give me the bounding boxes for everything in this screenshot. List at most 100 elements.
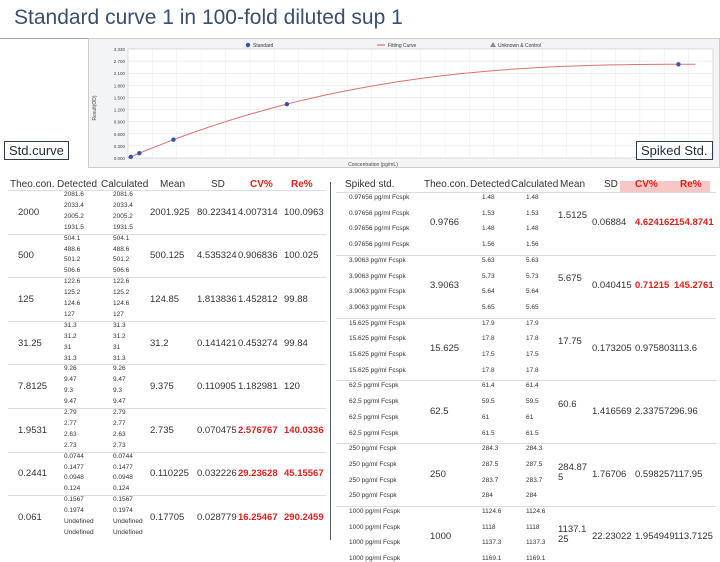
left-detected-cell: 0.1477 (64, 463, 84, 471)
right-sample-name: 1000 pg/ml Fcspk (349, 508, 401, 515)
right-detected-cell: 61 (482, 413, 490, 421)
left-detected-cell: 501.2 (64, 256, 81, 264)
right-mean: 1.5125 (558, 210, 588, 222)
right-sample-name: 0.97656 pg/ml Fcspk (349, 209, 410, 217)
spiked-std-callout: Spiked Std. (636, 141, 713, 160)
right-detected-cell: 5.65 (482, 303, 495, 311)
right-mean: 60.6 (558, 398, 577, 410)
left-calculated-cell: 1931.5 (113, 223, 133, 231)
left-calculated-cell: 0.1567 (113, 496, 133, 504)
left-header-0: Theo.con. (10, 179, 55, 190)
left-table-separator (330, 182, 331, 540)
right-calculated-cell: 61 (526, 413, 534, 421)
left-re: 100.025 (284, 250, 319, 262)
right-sample-name: 0.97656 pg/ml Fcspk (349, 241, 410, 249)
left-header-5: CV% (250, 179, 273, 190)
left-detected-cell: 2.77 (64, 419, 77, 427)
right-header-0: Spiked std. (345, 179, 395, 190)
right-calculated-cell: 287.5 (526, 460, 543, 468)
right-group-divider (336, 317, 716, 319)
right-sd: 0.173205 (592, 343, 632, 354)
left-sd: 0.028779 (197, 512, 237, 523)
right-sample-name: 15.625 pg/ml Fcspk (349, 335, 406, 343)
standard-point (137, 151, 142, 156)
right-header-4: Mean (560, 179, 586, 190)
left-calculated-cell: 124.6 (113, 300, 130, 307)
right-detected-cell: 17.5 (482, 351, 495, 358)
right-sample-name: 1000 pg/ml Fcspk (349, 539, 401, 547)
left-detected-cell: 0.124 (64, 485, 81, 493)
left-detected-cell: 2.63 (64, 430, 77, 438)
right-calculated-cell: 17.8 (526, 366, 539, 374)
left-calculated-cell: 9.3 (113, 387, 123, 395)
right-sd: 1.416569 (592, 405, 632, 417)
right-re: 117.95 (674, 468, 703, 480)
left-detected-cell: 31.3 (64, 321, 77, 329)
left-calculated-cell: 504.1 (113, 234, 130, 242)
right-detected-cell: 1.56 (482, 241, 495, 249)
left-detected-cell: 0.1974 (64, 507, 84, 515)
left-detected-cell: 124.6 (64, 300, 81, 307)
right-header-3: Calculated (511, 179, 559, 190)
right-group-divider (336, 443, 716, 445)
right-cv: 1.954949 (635, 531, 675, 543)
left-detected-cell: 9.3 (64, 387, 74, 395)
left-detected-cell: Undefined (64, 518, 94, 525)
left-group-divider (8, 495, 326, 497)
right-sample-name: 62.5 pg/ml Fcspk (349, 382, 399, 390)
right-calculated-cell: 1.56 (526, 241, 539, 249)
left-detected-cell: 2081.6 (64, 191, 84, 198)
right-detected-cell: 5.63 (482, 256, 495, 264)
right-sample-name: 1000 pg/ml Fcspk (349, 523, 401, 531)
right-re: 145.2761 (674, 280, 714, 292)
left-cv: 16.25467 (238, 512, 278, 523)
left-calculated-cell: 2033.4 (113, 201, 133, 209)
left-group-divider (8, 408, 326, 409)
right-header-2: Detected (470, 179, 511, 190)
left-re: 99.84 (284, 337, 308, 349)
left-group-divider (8, 190, 326, 191)
right-theo-con: 3.9063 (430, 280, 460, 292)
left-calculated-cell: 125.2 (113, 289, 130, 297)
right-calculated-cell: 1.48 (526, 194, 539, 201)
right-detected-cell: 61.4 (482, 382, 495, 390)
right-calculated-cell: 284 (526, 492, 537, 500)
right-sd: 22.23022 (592, 531, 632, 543)
right-group-divider (336, 254, 716, 256)
right-sample-name: 250 pg/ml Fcspk (349, 476, 397, 484)
right-calculated-cell: 284.3 (526, 445, 543, 453)
right-sample-name: 250 pg/ml Fcspk (349, 445, 397, 453)
right-mean: 5.675 (558, 273, 582, 285)
right-re: 113.7125 (674, 531, 713, 543)
right-theo-con: 62.5 (430, 405, 449, 417)
left-theo-con: 31.25 (18, 337, 42, 349)
right-re: 113.6 (674, 343, 698, 354)
left-mean: 124.85 (150, 294, 180, 305)
left-header-4: SD (211, 179, 225, 190)
left-sd: 1.813836 (197, 294, 237, 305)
right-calculated-cell: 5.65 (526, 303, 539, 311)
left-detected-cell: 122.6 (64, 278, 81, 286)
left-cv: 2.576767 (238, 424, 278, 436)
right-cv: 0.71215 (635, 280, 670, 292)
right-sample-name: 62.5 pg/ml Fcspk (349, 429, 399, 437)
left-detected-cell: 2.73 (64, 441, 77, 449)
left-detected-cell: 9.47 (64, 376, 77, 384)
right-mean: 284.87 5 (558, 461, 588, 483)
right-theo-con: 0.9766 (430, 217, 460, 229)
right-calculated-cell: 1.48 (526, 225, 539, 233)
right-theo-con: 1000 (430, 531, 452, 543)
left-calculated-cell: 0.0744 (113, 452, 133, 460)
legend-label: Unknown & Control (498, 43, 541, 49)
left-header-6: Re% (291, 179, 313, 190)
left-re: 45.15567 (284, 468, 324, 480)
legend-standard-marker (245, 42, 251, 48)
right-calculated-cell: 1169.1 (526, 555, 546, 562)
right-detected-cell: 1.53 (482, 209, 495, 217)
left-mean: 0.17705 (150, 512, 185, 523)
right-group-divider (336, 192, 716, 193)
left-calculated-cell: 0.124 (113, 485, 130, 493)
right-calculated-cell: 61.5 (526, 429, 539, 437)
left-calculated-cell: 9.47 (113, 398, 126, 406)
left-cv: 4.007314 (238, 206, 278, 218)
